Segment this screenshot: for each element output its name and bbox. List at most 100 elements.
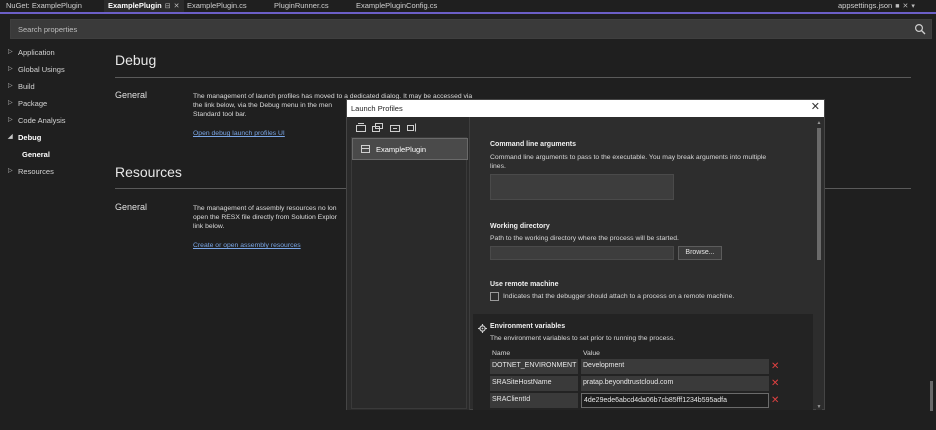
expand-icon[interactable]: ▷ [8, 95, 13, 112]
description-line: The management of assembly resources no … [193, 205, 337, 212]
profile-name: ExamplePlugin [376, 145, 427, 154]
env-col-value-header: Value [583, 350, 600, 357]
nav-label: Code Analysis [18, 116, 66, 125]
resources-general-label: General [115, 202, 148, 212]
remote-machine-title: Use remote machine [490, 281, 559, 288]
close-icon[interactable]: ✕ [174, 1, 180, 13]
cmd-args-input[interactable] [490, 174, 674, 200]
profile-item[interactable]: ExamplePlugin [352, 138, 468, 160]
browse-button[interactable]: Browse... [678, 246, 722, 260]
close-icon[interactable]: ✕ [811, 101, 820, 114]
profile-icon [361, 145, 370, 153]
page-scrollbar[interactable] [928, 43, 935, 415]
pin-tab-icon[interactable]: ⊟ [165, 1, 171, 13]
delete-variable-icon[interactable]: ✕ [771, 362, 780, 372]
expand-icon[interactable]: ▷ [8, 61, 13, 78]
nav-label: Application [18, 48, 55, 57]
scroll-up-icon[interactable]: ▲ [816, 120, 822, 126]
properties-nav: ▷ Application ▷ Global Usings ▷ Build ▷ Pack… [0, 44, 100, 180]
expand-icon[interactable]: ▷ [8, 44, 13, 61]
env-name-cell[interactable]: SRAClientId [490, 393, 578, 408]
profile-settings-pane: Command line arguments Command line argu… [473, 117, 813, 410]
delete-profile-icon[interactable] [390, 123, 401, 132]
section-divider [115, 77, 911, 78]
collapse-icon[interactable]: ◢ [8, 129, 13, 146]
search-properties-input[interactable]: Search properties [10, 19, 932, 39]
tab-examplepluginconfig-cs[interactable]: ExamplePluginConfig.cs [352, 0, 441, 12]
tab-label: appsettings.json [838, 1, 893, 10]
debug-general-label: General [115, 90, 148, 100]
dialog-scrollbar[interactable]: ▲ ▼ [816, 120, 822, 410]
nav-item-debug-general[interactable]: General [0, 146, 100, 163]
open-debug-launch-profiles-link[interactable]: Open debug launch profiles UI [193, 130, 285, 137]
tab-nuget-exampleplugin[interactable]: NuGet: ExamplePlugin [2, 0, 86, 12]
search-placeholder: Search properties [18, 25, 78, 34]
pane-divider [469, 117, 470, 410]
expand-icon[interactable]: ▷ [8, 112, 13, 129]
create-assembly-resources-link[interactable]: Create or open assembly resources [193, 242, 301, 249]
remote-machine-checkbox[interactable] [490, 292, 499, 301]
working-dir-description: Path to the working directory where the … [490, 235, 679, 242]
debug-section-title: Debug [115, 52, 157, 68]
delete-variable-icon[interactable]: ✕ [771, 396, 780, 406]
gear-icon [478, 324, 487, 333]
nav-item-package[interactable]: ▷ Package [0, 95, 100, 112]
env-value-cell[interactable]: Development [581, 359, 769, 374]
env-value-cell[interactable]: pratap.beyondtrustcloud.com [581, 376, 769, 391]
working-dir-input[interactable] [490, 246, 674, 260]
expand-icon[interactable]: ▷ [8, 163, 13, 180]
nav-item-resources[interactable]: ▷ Resources [0, 163, 100, 180]
env-variables-description: The environment variables to set prior t… [490, 335, 676, 342]
tab-label: ExamplePlugin [108, 1, 162, 10]
dialog-title-bar: Launch Profiles ✕ [347, 100, 824, 117]
resources-description: The management of assembly resources no … [193, 204, 348, 231]
nav-label: Build [18, 82, 35, 91]
profiles-pane: ExamplePlugin [347, 117, 469, 410]
nav-label: Package [18, 99, 48, 108]
resources-section-title: Resources [115, 164, 182, 180]
duplicate-profile-icon[interactable] [372, 123, 383, 132]
nav-item-build[interactable]: ▷ Build [0, 78, 100, 95]
working-dir-title: Working directory [490, 223, 550, 230]
tab-dropdown-icon[interactable]: ▾ [911, 1, 915, 13]
tab-exampleplugin[interactable]: ExamplePlugin ⊟ ✕ [104, 0, 184, 12]
nav-item-global-usings[interactable]: ▷ Global Usings [0, 61, 100, 78]
rename-profile-icon[interactable] [407, 123, 418, 132]
description-line: link below. [193, 223, 225, 230]
env-col-name-header: Name [492, 350, 511, 357]
nav-label: General [22, 150, 50, 159]
delete-variable-icon[interactable]: ✕ [771, 379, 780, 389]
launch-profiles-dialog: Launch Profiles ✕ ExamplePlugin Command … [346, 99, 825, 410]
tab-exampleplugin-cs[interactable]: ExamplePlugin.cs [183, 0, 251, 12]
profile-list: ExamplePlugin [351, 137, 468, 409]
env-variables-title: Environment variables [490, 323, 566, 330]
env-name-cell[interactable]: SRASiteHostName [490, 376, 578, 391]
remote-machine-label: Indicates that the debugger should attac… [503, 293, 735, 300]
nav-item-application[interactable]: ▷ Application [0, 44, 100, 61]
description-line: open the RESX file directly from Solutio… [193, 214, 337, 221]
env-name-cell[interactable]: DOTNET_ENVIRONMENT [490, 359, 578, 374]
nav-item-debug[interactable]: ◢ Debug [0, 129, 100, 146]
env-value-cell[interactable]: 4de29ede6abcd4da06b7cb85fff1234b595adfa [581, 393, 769, 408]
nav-label: Global Usings [18, 65, 65, 74]
expand-icon[interactable]: ▷ [8, 78, 13, 95]
tab-appsettings-json[interactable]: appsettings.json ■ ✕ ▾ [834, 0, 919, 12]
nav-item-code-analysis[interactable]: ▷ Code Analysis [0, 112, 100, 129]
close-icon[interactable]: ✕ [902, 1, 908, 13]
scroll-down-icon[interactable]: ▼ [816, 404, 822, 410]
new-profile-icon[interactable] [356, 123, 367, 132]
pin-tab-icon[interactable]: ■ [895, 1, 899, 13]
tab-pluginrunner-cs[interactable]: PluginRunner.cs [270, 0, 333, 12]
tab-label: NuGet: ExamplePlugin [6, 1, 82, 10]
env-variables-panel: Environment variables The environment va… [473, 314, 813, 410]
nav-label: Debug [18, 133, 42, 142]
description-line: Command line arguments to pass to the ex… [490, 154, 767, 161]
nav-label: Resources [18, 167, 54, 176]
cmd-args-title: Command line arguments [490, 141, 576, 148]
tab-label: ExamplePlugin.cs [187, 1, 247, 10]
scrollbar-thumb[interactable] [817, 128, 821, 260]
search-icon[interactable] [914, 23, 926, 35]
document-tab-strip: NuGet: ExamplePlugin ExamplePlugin ⊟ ✕ Exa… [0, 0, 936, 14]
scrollbar-thumb[interactable] [930, 381, 933, 411]
tab-label: ExamplePluginConfig.cs [356, 1, 438, 10]
